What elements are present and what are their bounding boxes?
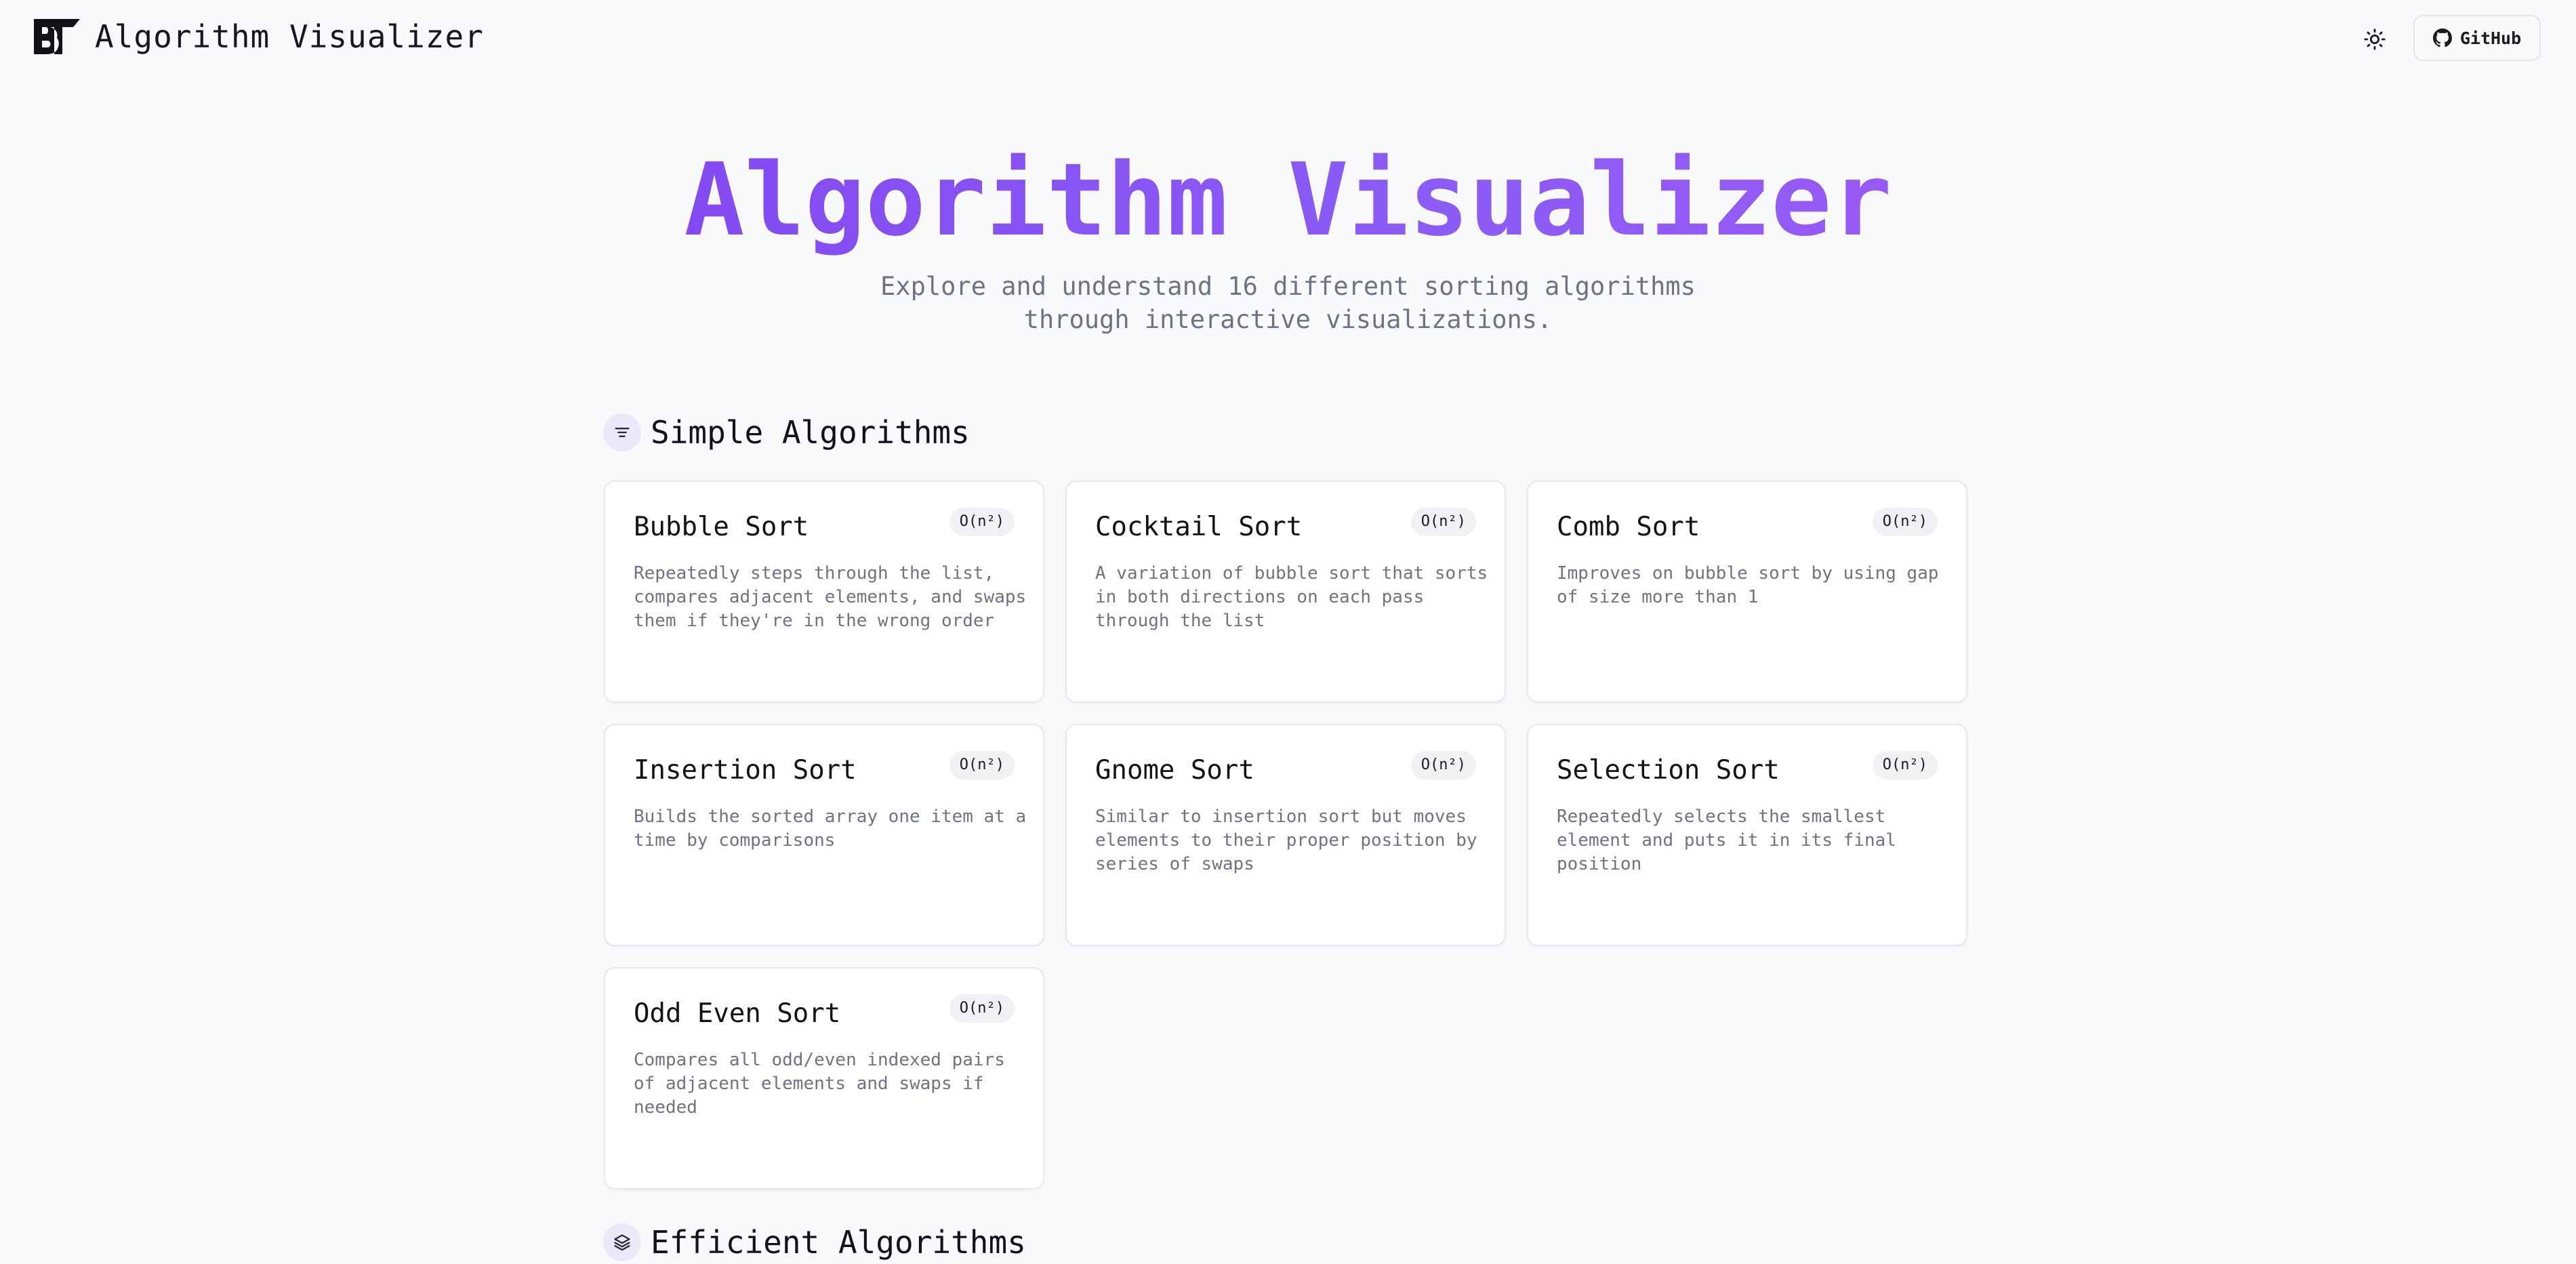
section-header-efficient: Efficient Algorithms [603, 1223, 1026, 1261]
card-description: Repeatedly steps through the list, compa… [634, 563, 1027, 631]
card-bubble-sort[interactable]: Bubble Sort O(n²) Repeatedly steps throu… [604, 481, 1044, 703]
complexity-badge: O(n²) [949, 994, 1015, 1023]
card-cocktail-sort[interactable]: Cocktail Sort O(n²) A variation of bubbl… [1065, 481, 1506, 703]
theme-toggle-button[interactable] [2357, 23, 2392, 56]
github-label: GitHub [2459, 28, 2522, 48]
section-icon-simple [603, 413, 641, 451]
card-title: Selection Sort [1557, 755, 1780, 786]
layers-icon [614, 1234, 630, 1251]
card-title: Comb Sort [1557, 512, 1700, 542]
brand-title: Algorithm Visualizer [95, 18, 484, 55]
card-description: Builds the sorted array one item at a ti… [634, 807, 1027, 851]
card-odd-even-sort[interactable]: Odd Even Sort O(n²) Compares all odd/eve… [604, 967, 1044, 1189]
github-icon [2432, 28, 2452, 47]
section-title: Efficient Algorithms [651, 1224, 1026, 1261]
hero-subtitle: Explore and understand 16 different sort… [0, 270, 2576, 336]
card-insertion-sort[interactable]: Insertion Sort O(n²) Builds the sorted a… [604, 724, 1044, 946]
brand[interactable]: Algorithm Visualizer [33, 18, 484, 56]
section-icon-efficient [603, 1223, 641, 1261]
bt-logo-icon [34, 19, 80, 54]
section-title: Simple Algorithms [651, 414, 970, 451]
card-title: Gnome Sort [1095, 755, 1254, 786]
card-title: Cocktail Sort [1095, 512, 1303, 542]
complexity-badge: O(n²) [1872, 751, 1938, 779]
hero-subtitle-line-1: Explore and understand 16 different sort… [880, 272, 1696, 301]
complexity-badge: O(n²) [949, 508, 1015, 536]
hero-subtitle-line-2: through interactive visualizations. [1023, 305, 1553, 334]
card-description: Similar to insertion sort but moves elem… [1095, 807, 1477, 874]
complexity-badge: O(n²) [1410, 751, 1476, 779]
section-header-simple: Simple Algorithms [603, 413, 970, 451]
complexity-badge: O(n²) [1410, 508, 1476, 536]
top-nav: Algorithm Visualizer GitHub [0, 0, 2576, 76]
card-description: A variation of bubble sort that sorts in… [1095, 563, 1488, 631]
card-title: Bubble Sort [634, 512, 809, 542]
card-description: Compares all odd/even indexed pairs of a… [634, 1050, 1005, 1118]
card-selection-sort[interactable]: Selection Sort O(n²) Repeatedly selects … [1527, 724, 1967, 946]
card-description: Improves on bubble sort by using gap of … [1557, 563, 1939, 607]
card-comb-sort[interactable]: Comb Sort O(n²) Improves on bubble sort … [1527, 481, 1967, 703]
github-button[interactable]: GitHub [2413, 15, 2541, 61]
complexity-badge: O(n²) [1872, 508, 1938, 536]
hero-title: Algorithm Visualizer [0, 142, 2576, 258]
align-center-icon [615, 428, 630, 437]
card-title: Odd Even Sort [634, 998, 841, 1029]
sun-icon [2364, 28, 2386, 50]
card-description: Repeatedly selects the smallest element … [1557, 807, 1896, 874]
card-title: Insertion Sort [634, 755, 857, 786]
card-gnome-sort[interactable]: Gnome Sort O(n²) Similar to insertion so… [1065, 724, 1506, 946]
complexity-badge: O(n²) [949, 751, 1015, 779]
